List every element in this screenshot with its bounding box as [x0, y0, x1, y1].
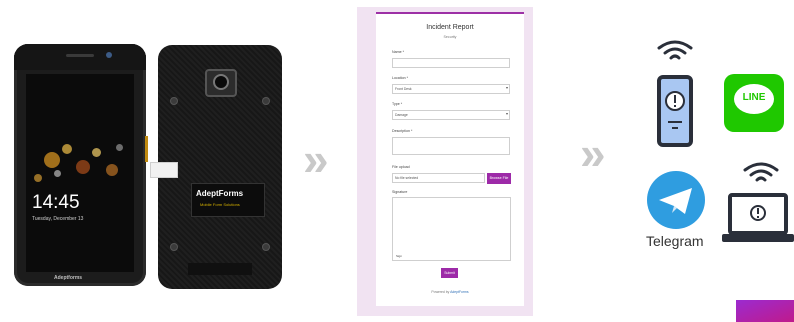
chevron-down-icon: ▾ — [506, 111, 509, 116]
rear-camera-icon — [213, 74, 229, 90]
form-card — [376, 12, 524, 306]
telegram-label: Telegram — [646, 233, 704, 249]
alert-icon — [665, 91, 685, 111]
location-select[interactable]: Front Desk — [392, 84, 510, 94]
phone-line — [672, 127, 678, 129]
location-label: Location * — [392, 76, 408, 80]
phone-bottom-grip — [188, 263, 252, 275]
screw-icon — [262, 243, 270, 251]
phone-brand-logo: Adeptforms — [54, 275, 83, 281]
card-slip — [150, 162, 178, 178]
decorative-accent — [736, 300, 794, 322]
paper-plane-icon — [659, 188, 692, 214]
powered-by: Powered by AdeptForms — [376, 290, 524, 294]
line-label: LINE — [742, 92, 766, 103]
laptop-icon — [722, 193, 794, 242]
name-field[interactable] — [392, 58, 510, 68]
flow-arrow-icon: » — [303, 133, 329, 185]
type-label: Type * — [392, 102, 403, 106]
form-title: Incident Report — [426, 24, 474, 31]
file-upload-label: File upload — [392, 165, 410, 169]
screw-icon — [170, 97, 178, 105]
description-label: Description * — [392, 129, 413, 133]
phone-screen — [26, 74, 134, 272]
signature-hint: Sign — [396, 254, 403, 258]
phone-bumper — [14, 44, 146, 70]
type-select[interactable]: Damage — [392, 110, 510, 120]
file-name-field: No file selected — [392, 173, 485, 183]
screw-icon — [262, 97, 270, 105]
side-button — [145, 136, 148, 162]
chevron-down-icon: ▾ — [506, 85, 509, 90]
name-label: Name * — [392, 50, 404, 54]
screw-icon — [170, 243, 178, 251]
signature-label: Signature — [392, 190, 408, 194]
powered-by-link[interactable]: AdeptForms — [450, 290, 468, 294]
back-label-tagline: Mobile Form Solutions — [200, 202, 240, 207]
signature-pad[interactable] — [392, 197, 511, 261]
phone-line — [668, 121, 682, 123]
wifi-icon — [657, 40, 693, 60]
phone-speaker — [66, 54, 94, 57]
wifi-icon — [743, 162, 779, 182]
lockscreen-date: Tuesday, December 13 — [32, 216, 84, 222]
flow-arrow-icon: » — [580, 127, 606, 179]
powered-by-text: Powered by — [431, 290, 450, 294]
back-label-brand: AdeptForms — [196, 189, 244, 198]
lockscreen-clock: 14:45 — [32, 192, 80, 213]
rugged-phone-front: 14:45 Tuesday, December 13 Adeptforms — [14, 44, 148, 286]
description-field[interactable] — [392, 137, 510, 155]
submit-button[interactable]: Submit — [441, 268, 458, 278]
front-camera-icon — [106, 52, 112, 58]
form-subtitle: Security — [443, 35, 457, 39]
browse-file-button[interactable]: Browse File — [487, 173, 511, 184]
